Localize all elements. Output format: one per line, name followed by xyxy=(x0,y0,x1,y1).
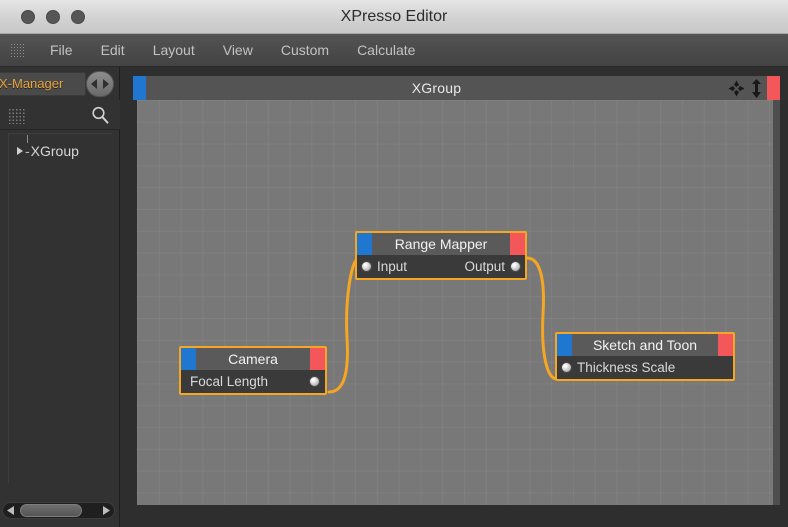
node-range-mapper[interactable]: Range Mapper Input Output xyxy=(355,231,527,280)
triangle-right-icon[interactable] xyxy=(17,147,23,155)
menu-item-layout[interactable]: Layout xyxy=(139,40,209,60)
grip-dots-icon[interactable] xyxy=(10,43,24,57)
connection-wires xyxy=(327,256,559,394)
port-label-focal-length: Focal Length xyxy=(190,374,269,389)
sidebar-nav-button[interactable] xyxy=(86,71,114,97)
node-sketch-and-toon[interactable]: Sketch and Toon Thickness Scale xyxy=(555,332,735,381)
xgroup-editor-pane: XGroup Camera Focal Length Range Mapper … xyxy=(121,67,788,527)
port-label-thickness-scale: Thickness Scale xyxy=(577,360,676,375)
port-label-input: Input xyxy=(377,259,408,274)
tree-item-label: XGroup xyxy=(30,143,79,159)
node-camera-title: Camera xyxy=(228,351,278,367)
node-range-mapper-output-strip[interactable] xyxy=(510,233,525,255)
port-out-output[interactable] xyxy=(510,261,521,272)
menu-item-edit[interactable]: Edit xyxy=(87,40,139,60)
window-title: XPresso Editor xyxy=(340,8,448,25)
canvas-right-edge xyxy=(773,100,780,505)
port-out-focal-length[interactable] xyxy=(309,376,320,387)
wire-range-mapper-to-sketch-and-toon xyxy=(525,256,559,381)
node-range-mapper-title: Range Mapper xyxy=(394,236,488,252)
grip-dots-icon[interactable] xyxy=(8,108,26,124)
port-label-output: Output xyxy=(464,259,505,274)
tree-item-xgroup[interactable]: - XGroup xyxy=(17,135,79,160)
port-in-thickness-scale[interactable] xyxy=(561,362,572,373)
xgroup-tree: - XGroup xyxy=(8,133,112,483)
xgroup-title: XGroup xyxy=(411,80,462,96)
menu-item-custom[interactable]: Custom xyxy=(267,40,343,60)
tree-item-prefix: - xyxy=(25,143,30,159)
xpresso-editor-window: XPresso Editor File Edit Layout View Cus… xyxy=(0,0,788,527)
xgroup-header-icons xyxy=(727,78,764,98)
window-titlebar: XPresso Editor xyxy=(0,0,788,34)
triangle-left-icon xyxy=(7,506,14,515)
node-graph-canvas[interactable]: Camera Focal Length Range Mapper Input O… xyxy=(137,100,773,505)
tree-stem xyxy=(27,135,28,143)
scrollbar-thumb[interactable] xyxy=(20,504,82,517)
node-sketch-and-toon-output-strip[interactable] xyxy=(718,334,733,356)
menu-item-file[interactable]: File xyxy=(36,40,87,60)
node-range-mapper-input-strip[interactable] xyxy=(357,233,372,255)
move-4way-icon[interactable] xyxy=(727,79,746,98)
node-camera-input-strip[interactable] xyxy=(181,348,196,370)
move-vertical-icon[interactable] xyxy=(749,78,764,98)
tab-x-manager[interactable]: X-Manager xyxy=(0,72,86,96)
node-sketch-and-toon-input-strip[interactable] xyxy=(557,334,572,356)
node-camera-ports: Focal Length xyxy=(181,370,325,393)
node-sketch-and-toon-ports: Thickness Scale xyxy=(557,356,733,379)
node-range-mapper-header[interactable]: Range Mapper xyxy=(357,233,525,255)
scroll-right-button[interactable] xyxy=(98,503,114,518)
sidebar: X-Manager - XGroup xyxy=(0,67,120,527)
menu-bar: File Edit Layout View Custom Calculate xyxy=(0,34,788,67)
node-range-mapper-ports: Input Output xyxy=(357,255,525,278)
xgroup-input-port-strip[interactable] xyxy=(133,76,146,100)
triangle-right-icon xyxy=(103,506,110,515)
node-camera-header[interactable]: Camera xyxy=(181,348,325,370)
xgroup-output-port-strip[interactable] xyxy=(767,76,780,100)
node-sketch-and-toon-header[interactable]: Sketch and Toon xyxy=(557,334,733,356)
magnifier-icon[interactable] xyxy=(90,105,110,125)
node-camera[interactable]: Camera Focal Length xyxy=(179,346,327,395)
menu-item-view[interactable]: View xyxy=(209,40,267,60)
xgroup-header: XGroup xyxy=(133,76,780,100)
node-camera-output-strip[interactable] xyxy=(310,348,325,370)
menu-item-calculate[interactable]: Calculate xyxy=(343,40,429,60)
sidebar-horizontal-scrollbar[interactable] xyxy=(2,502,115,519)
port-in-input[interactable] xyxy=(361,261,372,272)
scroll-left-button[interactable] xyxy=(3,503,19,518)
node-sketch-and-toon-title: Sketch and Toon xyxy=(592,337,698,353)
sidebar-toolbar xyxy=(0,100,120,130)
left-right-arrows-icon xyxy=(91,79,109,89)
